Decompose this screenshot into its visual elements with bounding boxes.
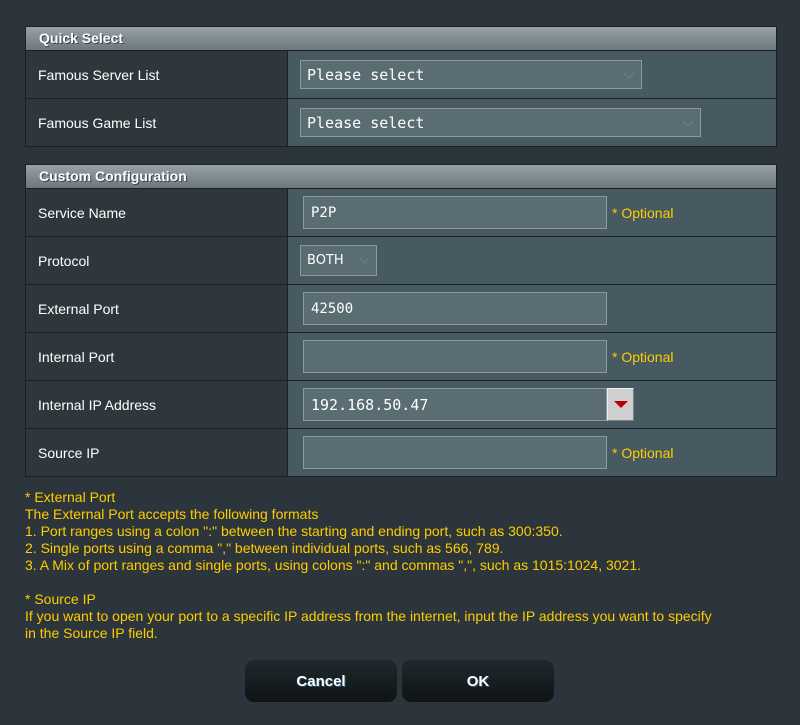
external-port-note-line: 3. A Mix of port ranges and single ports… (25, 557, 642, 573)
protocol-row: Protocol BOTH (26, 237, 776, 285)
famous-game-row: Famous Game List Please select (26, 99, 776, 146)
custom-config-section: Custom Configuration Service Name P2P * … (25, 164, 777, 477)
source-ip-label: Source IP (26, 429, 288, 476)
famous-game-label: Famous Game List (26, 99, 288, 146)
internal-port-row: Internal Port * Optional (26, 333, 776, 381)
source-ip-note-line: in the Source IP field. (25, 625, 158, 641)
famous-server-value: Please select (307, 65, 425, 84)
protocol-label: Protocol (26, 237, 288, 284)
protocol-select[interactable]: BOTH (300, 245, 377, 276)
ok-button[interactable]: OK (402, 660, 554, 702)
famous-game-select[interactable]: Please select (300, 108, 701, 137)
external-port-note-title: * External Port (25, 489, 116, 505)
protocol-value: BOTH (307, 253, 344, 268)
source-ip-row: Source IP * Optional (26, 429, 776, 476)
chevron-down-icon (623, 67, 635, 79)
external-port-label: External Port (26, 285, 288, 332)
internal-port-field: * Optional (288, 333, 776, 380)
help-notes: * External Port The External Port accept… (25, 489, 775, 642)
famous-game-value: Please select (307, 113, 425, 132)
external-port-note-line: The External Port accepts the following … (25, 506, 319, 522)
external-port-field: 42500 (288, 285, 776, 332)
internal-ip-row: Internal IP Address 192.168.50.47 (26, 381, 776, 429)
internal-ip-input[interactable]: 192.168.50.47 (303, 388, 607, 421)
famous-server-field: Please select (288, 51, 776, 98)
service-name-field: P2P * Optional (288, 189, 776, 236)
quick-select-header: Quick Select (26, 27, 776, 51)
service-name-optional-hint: * Optional (612, 204, 674, 221)
famous-server-row: Famous Server List Please select (26, 51, 776, 99)
internal-ip-dropdown-button[interactable] (607, 388, 634, 421)
chevron-down-icon (682, 115, 694, 127)
source-ip-input[interactable] (303, 436, 607, 469)
service-name-row: Service Name P2P * Optional (26, 189, 776, 237)
external-port-note-line: 2. Single ports using a comma "," betwee… (25, 540, 504, 556)
source-ip-note-title: * Source IP (25, 591, 96, 607)
port-forwarding-dialog: Quick Select Famous Server List Please s… (0, 0, 800, 725)
famous-game-field: Please select (288, 99, 776, 146)
chevron-down-icon (359, 253, 370, 264)
triangle-down-icon (613, 401, 628, 408)
protocol-field: BOTH (288, 237, 776, 284)
external-port-input[interactable]: 42500 (303, 292, 607, 325)
source-ip-note-line: If you want to open your port to a speci… (25, 608, 712, 624)
service-name-label: Service Name (26, 189, 288, 236)
internal-port-optional-hint: * Optional (612, 348, 674, 365)
source-ip-field: * Optional (288, 429, 776, 476)
internal-port-input[interactable] (303, 340, 607, 373)
famous-server-select[interactable]: Please select (300, 60, 642, 89)
internal-port-label: Internal Port (26, 333, 288, 380)
note-spacer (25, 574, 775, 591)
cancel-button[interactable]: Cancel (245, 660, 397, 702)
external-port-note-line: 1. Port ranges using a colon ":" between… (25, 523, 563, 539)
quick-select-section: Quick Select Famous Server List Please s… (25, 26, 777, 147)
service-name-input[interactable]: P2P (303, 196, 607, 229)
source-ip-optional-hint: * Optional (612, 444, 674, 461)
famous-server-label: Famous Server List (26, 51, 288, 98)
external-port-row: External Port 42500 (26, 285, 776, 333)
internal-ip-label: Internal IP Address (26, 381, 288, 428)
custom-config-header: Custom Configuration (26, 165, 776, 189)
internal-ip-field: 192.168.50.47 (288, 381, 776, 428)
